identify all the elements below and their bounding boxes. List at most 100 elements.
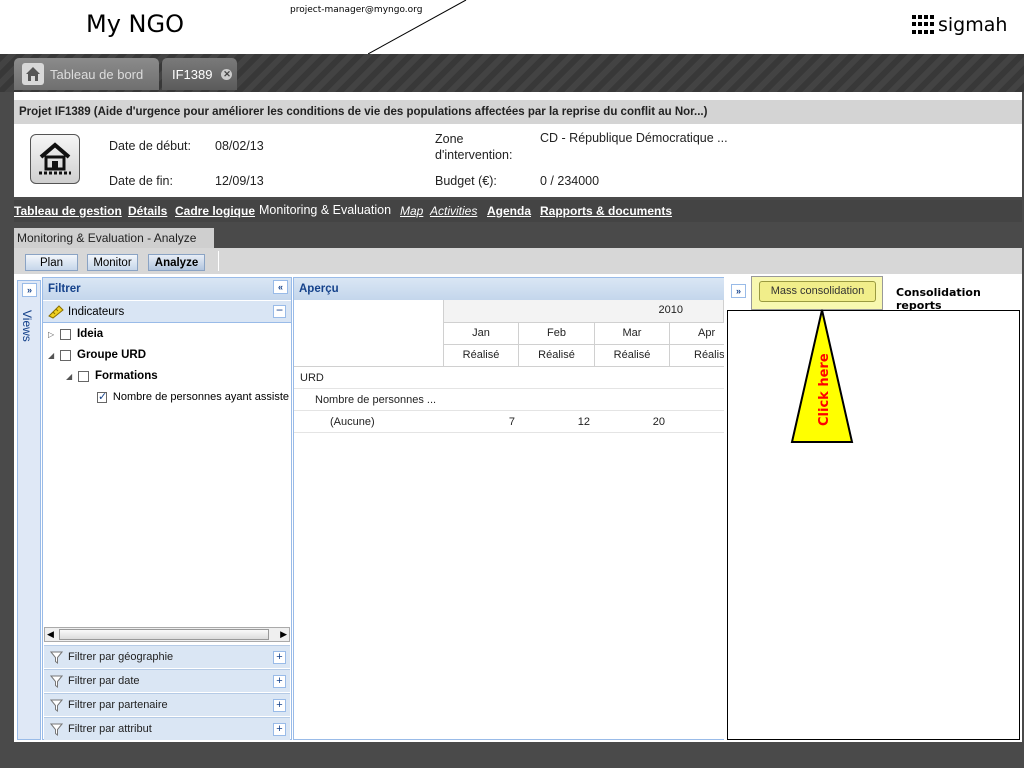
expand-plus-icon[interactable]: + [273, 650, 286, 664]
month-header-jan: Jan [444, 323, 519, 345]
row-group-label: URD [300, 372, 324, 384]
nav-activities[interactable]: Activities [430, 204, 477, 218]
plan-button[interactable]: Plan [25, 254, 78, 271]
start-date-label: Date de début: [109, 139, 192, 153]
tree-item-label: Formations [95, 370, 158, 382]
nav-cadre-logique[interactable]: Cadre logique [175, 204, 255, 218]
filter-section-label: Filtrer par attribut [68, 723, 152, 735]
row-divider [294, 432, 724, 433]
nav-monitoring-evaluation[interactable]: Monitoring & Evaluation [259, 203, 391, 217]
cell-value-feb: 12 [577, 416, 590, 428]
funnel-icon [50, 675, 63, 688]
row-divider [294, 388, 724, 389]
toolbar-separator [218, 251, 219, 271]
tree-item-label: Groupe URD [77, 349, 146, 361]
expand-plus-icon[interactable]: + [273, 674, 286, 688]
collapse-arrow-icon[interactable]: ◢ [48, 351, 58, 360]
horizontal-scrollbar[interactable]: ◀ ▶ [44, 627, 290, 642]
tree-item-ideia[interactable]: ▷ Ideia [48, 328, 103, 340]
project-home-icon[interactable] [30, 134, 80, 184]
views-label[interactable]: Views [20, 310, 34, 342]
ruler-icon [48, 305, 64, 319]
project-title: Projet IF1389 (Aide d'urgence pour améli… [14, 100, 1022, 124]
tab-project-label: IF1389 [172, 66, 213, 82]
expand-plus-icon[interactable]: + [273, 722, 286, 736]
budget-label: Budget (€): [435, 174, 497, 188]
expand-consolidation-icon[interactable]: » [731, 284, 746, 298]
filter-attribute-section[interactable]: Filtrer par attribut + [44, 717, 290, 740]
nav-tableau-de-gestion[interactable]: Tableau de gestion [14, 204, 122, 218]
funnel-icon [50, 723, 63, 736]
month-header-mar: Mar [595, 323, 670, 345]
app-title: My NGO [86, 10, 184, 38]
measure-header: Réalisé [670, 345, 724, 367]
tab-dashboard[interactable]: Tableau de bord [14, 58, 159, 90]
section-bar-filler [214, 228, 1024, 248]
tree-item-groupe-urd[interactable]: ◢ Groupe URD [48, 349, 146, 361]
filter-title: Filtrer [48, 283, 81, 295]
checkbox[interactable] [60, 349, 71, 361]
monitor-button[interactable]: Monitor [87, 254, 138, 271]
section-title: Monitoring & Evaluation - Analyze [14, 228, 214, 248]
nav-rapports-documents[interactable]: Rapports & documents [540, 204, 672, 218]
expand-plus-icon[interactable]: + [273, 698, 286, 712]
checkbox[interactable] [78, 370, 89, 382]
pivot-corner-cell [294, 300, 444, 367]
month-header-apr: Apr [670, 323, 724, 345]
close-icon[interactable]: ✕ [221, 68, 233, 80]
click-here-callout: Click here [790, 309, 854, 443]
funnel-icon [50, 651, 63, 664]
tree-item-label: Nombre de personnes ayant assiste [112, 391, 289, 403]
row-indicator-label: Nombre de personnes ... [315, 394, 437, 406]
tree-item-formations[interactable]: ◢ Formations [66, 370, 158, 382]
nav-details[interactable]: Détails [128, 204, 167, 218]
filter-partner-section[interactable]: Filtrer par partenaire + [44, 693, 290, 716]
cell-value-mar: 20 [652, 416, 665, 428]
filter-section-label: Filtrer par partenaire [68, 699, 168, 711]
nav-agenda[interactable]: Agenda [487, 204, 531, 218]
year-header: 2010 [444, 300, 724, 323]
house-icon [39, 142, 71, 175]
collapse-filter-icon[interactable]: « [273, 280, 288, 294]
consolidation-reports-title: Consolidation reports [896, 286, 981, 312]
filter-date-section[interactable]: Filtrer par date + [44, 669, 290, 692]
zone-label: Zone d'intervention: [435, 132, 513, 162]
scrollbar-thumb[interactable] [59, 629, 269, 640]
checkbox-checked[interactable] [97, 391, 107, 403]
measure-header: Réalisé [444, 345, 519, 367]
expand-views-icon[interactable]: » [22, 283, 37, 297]
collapse-arrow-icon[interactable]: ◢ [66, 372, 76, 381]
scroll-right-icon[interactable]: ▶ [280, 629, 287, 640]
budget-value: 0 / 234000 [540, 174, 600, 188]
end-date-label: Date de fin: [109, 174, 173, 188]
mass-consolidation-button[interactable]: Mass consolidation [759, 281, 876, 302]
consolidation-reports-list [727, 310, 1020, 740]
checkbox[interactable] [60, 328, 71, 340]
callout-text: Click here [817, 353, 832, 426]
collapse-indicators-icon[interactable]: − [273, 304, 286, 318]
nav-map[interactable]: Map [400, 204, 423, 218]
sigmah-logo-icon [912, 15, 934, 35]
filter-geography-section[interactable]: Filtrer par géographie + [44, 645, 290, 668]
apercu-title: Aperçu [299, 283, 339, 295]
logo-text: sigmah [938, 14, 1008, 36]
tree-item-indicator[interactable]: Nombre de personnes ayant assiste [97, 391, 289, 403]
row-divider [294, 410, 724, 411]
tab-dashboard-label: Tableau de bord [50, 66, 144, 82]
cell-value-jan: 7 [508, 416, 515, 428]
filter-section-label: Filtrer par date [68, 675, 140, 687]
indicators-label: Indicateurs [68, 306, 125, 318]
measure-header: Réalisé [595, 345, 670, 367]
measure-header: Réalisé [519, 345, 595, 367]
expand-arrow-icon[interactable]: ▷ [48, 330, 58, 339]
start-date-value: 08/02/13 [215, 139, 264, 153]
views-sidebar [17, 280, 41, 740]
funnel-icon [50, 699, 63, 712]
tab-project[interactable]: IF1389 ✕ [162, 58, 237, 90]
scroll-left-icon[interactable]: ◀ [47, 629, 54, 640]
row-sub-label: (Aucune) [330, 416, 375, 428]
filter-panel-header: Filtrer [43, 278, 291, 300]
analyze-button[interactable]: Analyze [148, 254, 205, 271]
month-header-feb: Feb [519, 323, 595, 345]
tree-item-label: Ideia [77, 328, 104, 340]
